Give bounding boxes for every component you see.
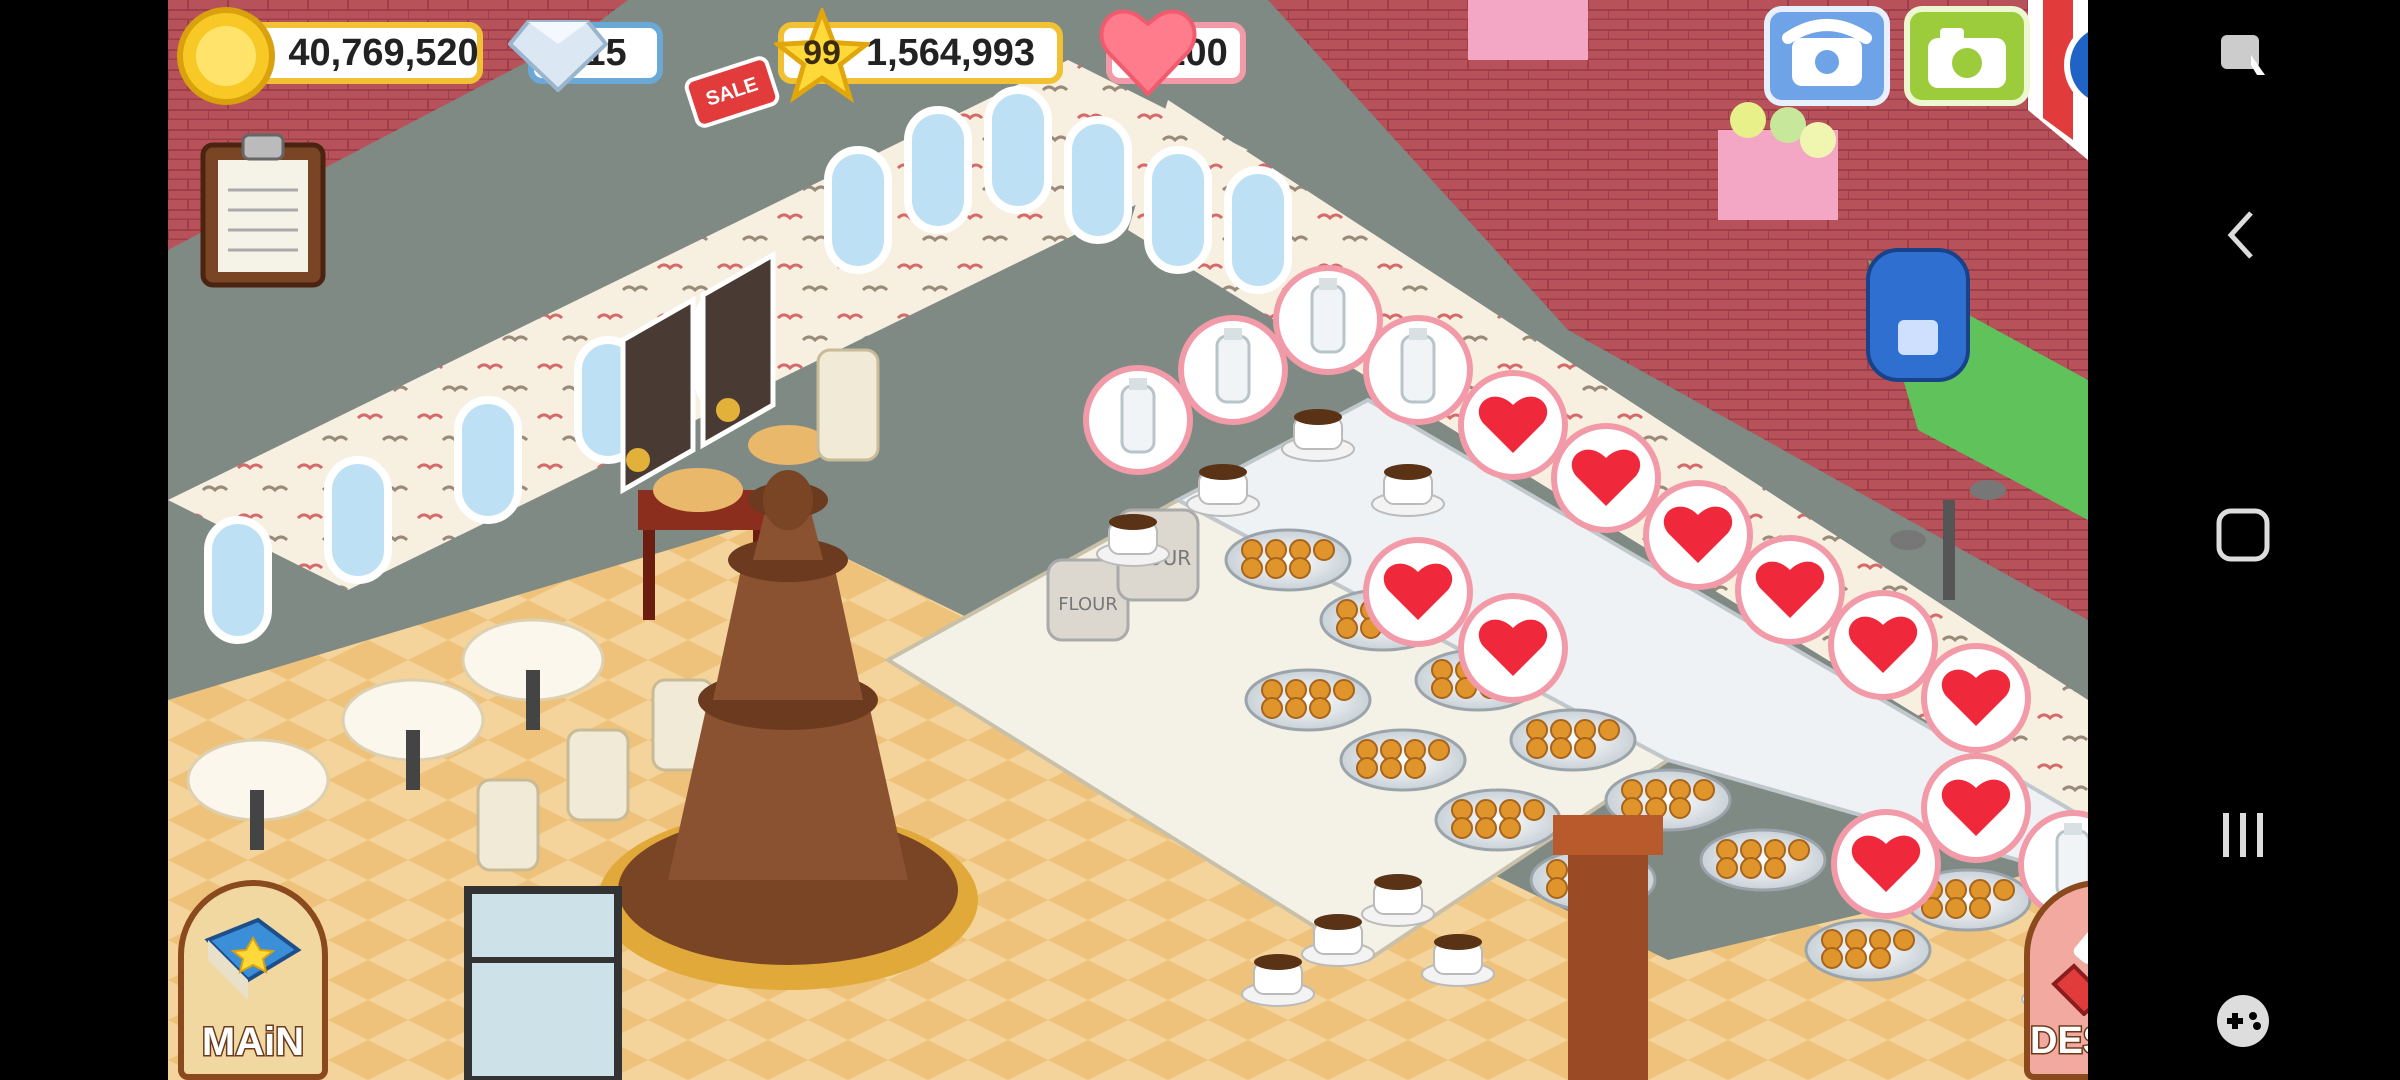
recents-icon [2223, 813, 2263, 857]
heart-bubble[interactable] [1921, 643, 2031, 753]
cookie-tray[interactable] [1699, 828, 1827, 892]
milk-order-bubble[interactable] [1178, 315, 1288, 425]
sale-label: SALE [703, 72, 761, 111]
cookie-tray[interactable] [1509, 708, 1637, 772]
recents-button[interactable] [2198, 790, 2288, 880]
heart-icon [1099, 9, 1197, 97]
glass-display-case[interactable] [464, 886, 622, 1080]
home-icon [2216, 508, 2270, 562]
cookie-tray[interactable] [1804, 918, 1932, 982]
heart-bubble[interactable] [1551, 423, 1661, 533]
heart-bubble[interactable] [1643, 480, 1753, 590]
heart-bubble[interactable] [1735, 535, 1845, 645]
heart-bubble[interactable] [1458, 593, 1568, 703]
coin-counter[interactable]: 40,769,520 [248, 22, 483, 84]
milk-order-bubble[interactable] [1273, 265, 1383, 375]
paintbrush-icon [2051, 908, 2088, 1016]
heart-bubble[interactable] [1831, 809, 1941, 919]
camera-icon [1928, 28, 2006, 88]
back-button[interactable] [2198, 190, 2288, 280]
social-icon [2070, 26, 2088, 104]
milk-order-bubble[interactable] [1083, 365, 1193, 475]
cafe-scene[interactable]: FLOUR FLOUR [168, 0, 2088, 1080]
cookie-tray[interactable] [1244, 668, 1372, 732]
main-button[interactable]: MAiN [178, 880, 328, 1080]
game-controller-icon [2217, 995, 2269, 1047]
system-navigation-bar [2088, 0, 2400, 1080]
main-label: MAiN [200, 1019, 305, 1066]
cookie-tray[interactable] [1339, 728, 1467, 792]
mailbox[interactable] [1866, 248, 1970, 382]
wooden-pillar [1553, 815, 1663, 1080]
heart-bubble[interactable] [1921, 753, 2031, 863]
heart-bubble[interactable] [1828, 590, 1938, 700]
flour-label: FLOUR [1058, 594, 1118, 615]
heart-bubble[interactable] [1458, 370, 1568, 480]
phone-button[interactable] [1764, 6, 1890, 106]
experience-value: 1,564,993 [865, 31, 1036, 74]
cookie-tray[interactable] [1224, 528, 1352, 592]
coin-icon [177, 7, 275, 105]
phone-icon [1782, 19, 1872, 86]
back-icon [2227, 211, 2253, 259]
cookbook-icon [204, 917, 302, 1000]
cookie-tray[interactable] [1434, 788, 1562, 852]
game-tools-button[interactable] [2198, 10, 2288, 100]
coin-value: 40,769,520 [288, 31, 479, 74]
diamond-icon [508, 20, 608, 92]
game-viewport[interactable]: FLOUR FLOUR [168, 0, 2088, 1080]
clipboard-icon[interactable] [198, 130, 328, 290]
camera-button[interactable] [1904, 6, 2030, 106]
milk-order-bubble[interactable] [1363, 315, 1473, 425]
home-button[interactable] [2198, 490, 2288, 580]
game-tools-icon [2221, 35, 2265, 75]
heart-bubble[interactable] [1363, 537, 1473, 647]
game-controller-button[interactable] [2198, 976, 2288, 1066]
design-label: DESiGN [2029, 1019, 2089, 1064]
level-value: 99 [803, 34, 841, 72]
